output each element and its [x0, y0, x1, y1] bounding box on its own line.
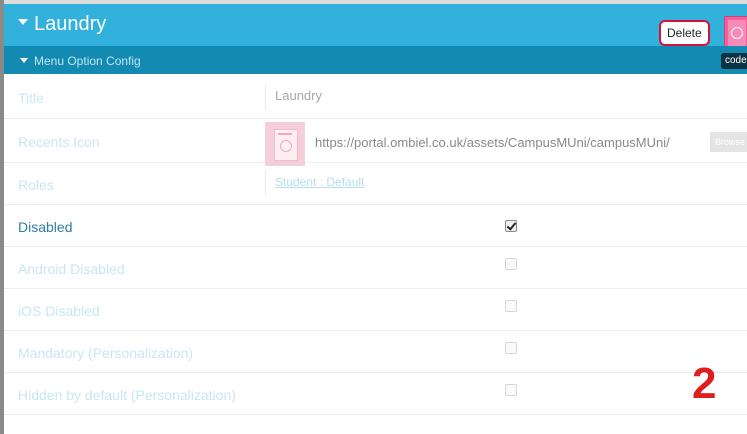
title-input[interactable]: Laundry	[275, 88, 322, 103]
mandatory-checkbox[interactable]	[505, 342, 517, 354]
step-number-annotation: 2	[692, 359, 717, 408]
collapse-caret-icon[interactable]	[20, 58, 28, 63]
subheader-title: Menu Option Config	[34, 54, 141, 68]
field-row-recents-icon: Recents Icon https://portal.ombiel.co.uk…	[4, 118, 747, 166]
section-header[interactable]: Laundry Delete	[4, 4, 747, 50]
browse-button[interactable]: Browse	[710, 132, 747, 152]
field-row-mandatory: Mandatory (Personalization)	[4, 330, 747, 373]
value-divider	[265, 84, 266, 110]
section-title: Laundry	[34, 13, 107, 35]
field-label: Disabled	[18, 219, 73, 235]
icon-url-field[interactable]: https://portal.ombiel.co.uk/assets/Campu…	[315, 135, 705, 150]
field-label: iOS Disabled	[18, 303, 100, 319]
field-row-ios-disabled: iOS Disabled	[4, 288, 747, 331]
value-divider	[265, 170, 266, 196]
field-row-title: Title Laundry	[4, 74, 747, 119]
field-label: Recents Icon	[18, 134, 100, 150]
disabled-checkbox[interactable]	[505, 220, 517, 232]
field-label: Mandatory (Personalization)	[18, 345, 194, 361]
recents-icon-preview[interactable]	[265, 122, 305, 166]
field-row-disabled: Disabled	[4, 204, 747, 247]
hidden-by-default-checkbox[interactable]	[505, 384, 517, 396]
code-button[interactable]: code	[721, 53, 747, 69]
laundry-icon[interactable]	[724, 16, 747, 50]
field-row-android-disabled: Android Disabled	[4, 246, 747, 289]
collapse-caret-icon[interactable]	[18, 19, 28, 25]
laundry-icon	[274, 129, 298, 161]
roles-link[interactable]: Student : Default	[275, 175, 364, 189]
ios-disabled-checkbox[interactable]	[505, 300, 517, 312]
android-disabled-checkbox[interactable]	[505, 258, 517, 270]
field-label: Hidden by default (Personalization)	[18, 387, 236, 403]
delete-button[interactable]: Delete	[659, 20, 710, 46]
field-label: Roles	[18, 177, 54, 193]
field-row-roles: Roles Student : Default	[4, 162, 747, 205]
config-subheader[interactable]: Menu Option Config code	[4, 46, 747, 74]
field-label: Android Disabled	[18, 261, 125, 277]
field-label: Title	[18, 90, 44, 106]
field-row-hidden-by-default: Hidden by default (Personalization)	[4, 372, 747, 415]
